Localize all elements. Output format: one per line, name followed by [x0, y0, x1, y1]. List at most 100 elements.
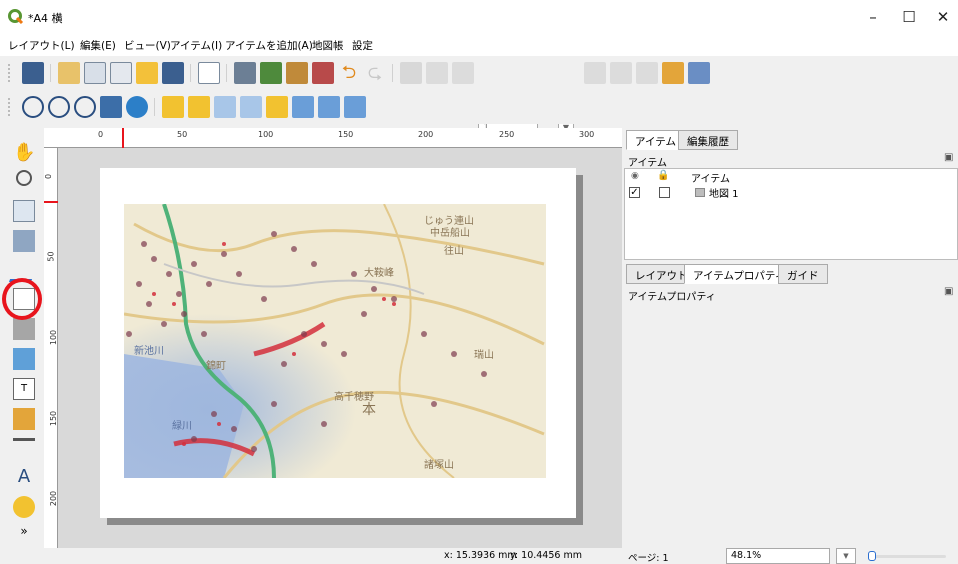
- layout-canvas[interactable]: じゅう連山 中岳船山 大鞍峰 往山 高千穂野 本 諸塚山 瑞山 新池川 緑川 錦…: [58, 148, 622, 548]
- lower-item-icon[interactable]: [188, 96, 210, 118]
- new-layout-icon[interactable]: [58, 62, 80, 84]
- undo-icon[interactable]: ⮌: [338, 62, 360, 84]
- minimize-button[interactable]: –: [858, 6, 888, 28]
- tab-items[interactable]: アイテム: [626, 130, 685, 150]
- export-svg-icon[interactable]: [286, 62, 308, 84]
- pan-hand-icon[interactable]: ✋: [13, 142, 35, 164]
- zoom-input[interactable]: 48.1%: [726, 548, 830, 564]
- ruler-label: 250: [499, 130, 515, 139]
- save-template-icon[interactable]: [162, 62, 184, 84]
- add-picture-icon[interactable]: [13, 348, 35, 370]
- refresh-icon[interactable]: [126, 96, 148, 118]
- zoom-slider-track[interactable]: [868, 555, 946, 558]
- export-image-icon[interactable]: [260, 62, 282, 84]
- resize-icon[interactable]: [344, 96, 366, 118]
- menu-atlas[interactable]: 地図帳: [312, 38, 344, 53]
- lock-checkbox[interactable]: [659, 187, 670, 198]
- new-page-icon[interactable]: [198, 62, 220, 84]
- zoom-slider-handle[interactable]: [868, 551, 876, 561]
- menu-bar: レイアウト(L) 編集(E) ビュー(V) アイテム(I) アイテムを追加(A)…: [0, 34, 958, 56]
- separator: [226, 64, 227, 82]
- item-properties-header: アイテムプロパティ: [628, 292, 716, 303]
- toolbar-layout: ⮌ ⮎ 1 ▼: [0, 56, 958, 138]
- menu-edit[interactable]: 編集(E): [80, 38, 116, 53]
- distribute-icon[interactable]: [318, 96, 340, 118]
- add-north-arrow-icon[interactable]: A: [13, 466, 35, 488]
- atlas-preview-icon[interactable]: [400, 62, 422, 84]
- raise-item-icon[interactable]: [162, 96, 184, 118]
- separator: [392, 64, 393, 82]
- layout-page[interactable]: じゅう連山 中岳船山 大鞍峰 往山 高千穂野 本 諸塚山 瑞山 新池川 緑川 錦…: [100, 168, 576, 518]
- map-item[interactable]: じゅう連山 中岳船山 大鞍峰 往山 高千穂野 本 諸塚山 瑞山 新池川 緑川 錦…: [124, 204, 546, 478]
- ruler-label: 50: [46, 251, 56, 262]
- add-3d-map-icon[interactable]: [13, 318, 35, 340]
- ruler-label: 150: [49, 410, 59, 427]
- chevron-down-icon[interactable]: ▼: [836, 548, 856, 564]
- export-pdf-icon[interactable]: [312, 62, 334, 84]
- add-shape-icon[interactable]: [13, 496, 35, 518]
- zoom-in-icon[interactable]: [22, 96, 44, 118]
- print-icon[interactable]: [234, 62, 256, 84]
- title-bar: *A4 横 – ☐ ✕: [0, 0, 958, 34]
- toolbar-grip: [8, 64, 10, 82]
- next-feature-icon[interactable]: [584, 62, 606, 84]
- align-bottom-icon[interactable]: [292, 96, 314, 118]
- toolbox: ✋ T A »: [0, 128, 44, 548]
- select-move-icon[interactable]: [13, 200, 35, 222]
- move-content-icon[interactable]: [13, 230, 35, 252]
- last-feature-icon[interactable]: [610, 62, 632, 84]
- print-atlas-icon[interactable]: [636, 62, 658, 84]
- ruler-label: 150: [338, 130, 354, 139]
- group-icon[interactable]: [214, 96, 236, 118]
- zoom-tool-icon[interactable]: [16, 170, 32, 186]
- more-tools-icon[interactable]: »: [13, 524, 35, 546]
- close-button[interactable]: ✕: [928, 6, 958, 28]
- menu-item[interactable]: アイテム(I): [170, 38, 222, 53]
- menu-view[interactable]: ビュー(V): [124, 38, 171, 53]
- items-tree: ◉ 🔒 アイテム ✓ 地図 1: [624, 168, 958, 260]
- redo-icon[interactable]: ⮎: [364, 62, 386, 84]
- atlas-settings-icon[interactable]: [662, 62, 684, 84]
- add-label-icon[interactable]: T: [13, 378, 35, 400]
- right-panel: アイテム 編集履歴 アイテム ▣ ◉ 🔒 アイテム ✓ 地図 1 レイアウト ア…: [622, 128, 958, 548]
- save-icon[interactable]: [22, 62, 44, 84]
- zoom-100-icon[interactable]: [74, 96, 96, 118]
- maximize-button[interactable]: ☐: [894, 6, 924, 28]
- zoom-full-icon[interactable]: [100, 96, 122, 118]
- map-label: 新池川: [134, 344, 164, 357]
- panel-float-icon[interactable]: ▣: [944, 286, 953, 297]
- item-column-header: アイテム: [691, 174, 730, 185]
- add-legend-icon[interactable]: [13, 408, 35, 430]
- first-feature-icon[interactable]: [426, 62, 448, 84]
- visibility-checkbox[interactable]: ✓: [629, 187, 640, 198]
- add-scalebar-icon[interactable]: [13, 438, 35, 460]
- open-folder-icon[interactable]: [136, 62, 158, 84]
- map-label: 緑川: [172, 419, 192, 432]
- map-label: 大鞍峰: [364, 266, 394, 279]
- separator: [50, 64, 51, 82]
- tab-guides[interactable]: ガイド: [778, 264, 828, 284]
- export-atlas-icon[interactable]: [688, 62, 710, 84]
- vertical-ruler: 0 50 100 150 200: [44, 148, 58, 548]
- status-bar: x: 15.3936 mm y: 10.4456 mm ページ: 1 48.1%…: [0, 548, 958, 564]
- map-label: 中岳船山: [430, 226, 470, 239]
- ruler-label: 100: [258, 130, 274, 139]
- item-name[interactable]: 地図 1: [709, 185, 739, 200]
- ungroup-icon[interactable]: [240, 96, 262, 118]
- previous-feature-icon[interactable]: [452, 62, 474, 84]
- toolbar-navigation: [0, 90, 958, 124]
- menu-layout[interactable]: レイアウト(L): [8, 38, 75, 53]
- map-render: じゅう連山 中岳船山 大鞍峰 往山 高千穂野 本 諸塚山 瑞山 新池川 緑川 錦…: [124, 204, 546, 478]
- cursor-y-readout: y: 10.4456 mm: [510, 550, 582, 561]
- ruler-label: 0: [44, 173, 54, 180]
- layout-manager-icon[interactable]: [110, 62, 132, 84]
- menu-settings[interactable]: 設定: [352, 38, 373, 53]
- zoom-out-icon[interactable]: [48, 96, 70, 118]
- panel-float-icon[interactable]: ▣: [944, 152, 953, 163]
- ruler-cursor-marker: [122, 128, 124, 148]
- align-left-icon[interactable]: [266, 96, 288, 118]
- separator: [154, 98, 155, 116]
- tab-undo-history[interactable]: 編集履歴: [678, 130, 738, 150]
- duplicate-layout-icon[interactable]: [84, 62, 106, 84]
- menu-add-item[interactable]: アイテムを追加(A): [225, 38, 313, 53]
